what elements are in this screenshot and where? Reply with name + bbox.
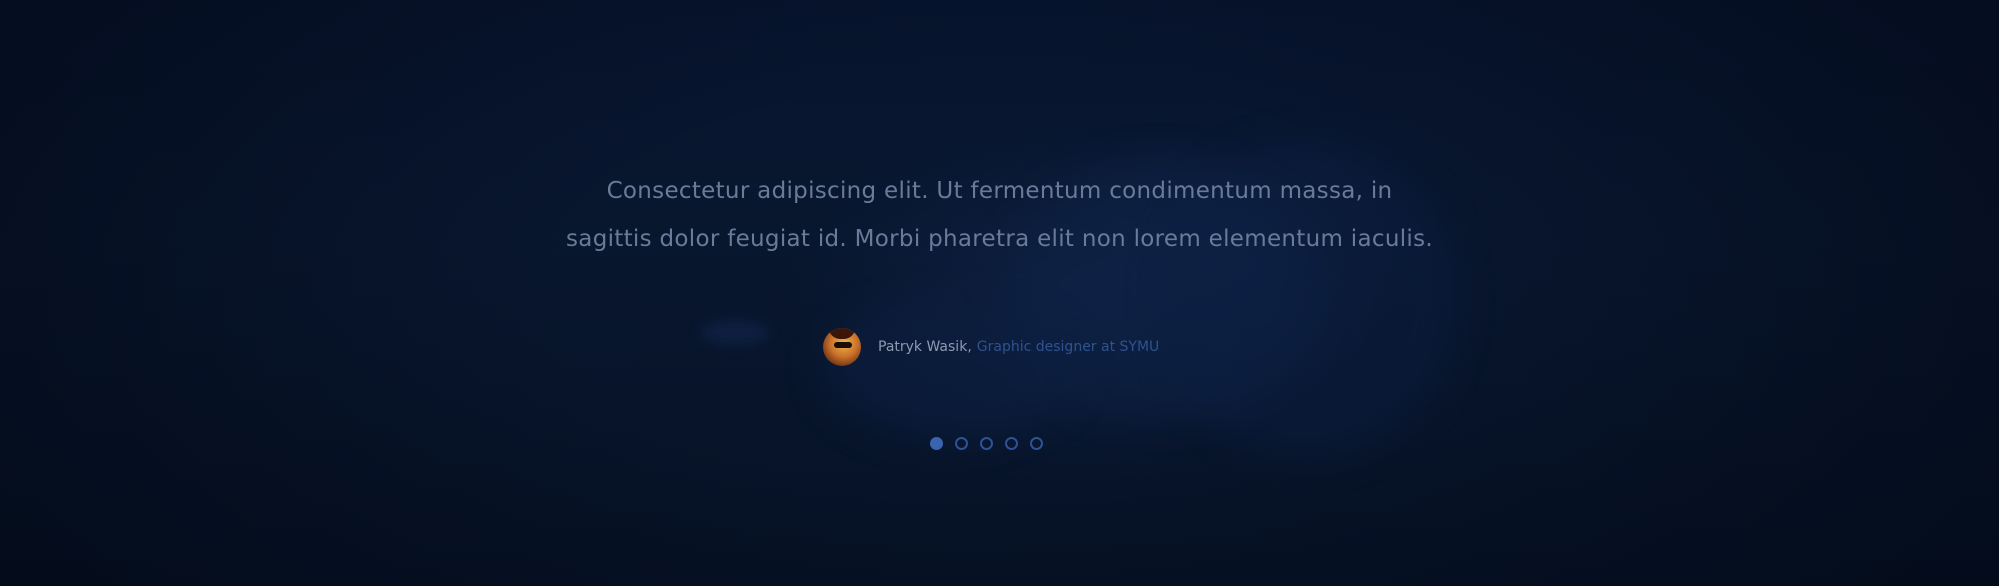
testimonial-quote-line-1: Consectetur adipiscing elit. Ut fermentu…	[606, 178, 1393, 204]
background-overlay	[0, 0, 1999, 586]
pagination-dot-4[interactable]	[1005, 437, 1018, 450]
pagination-dot-3[interactable]	[980, 437, 993, 450]
author-separator: ,	[967, 339, 972, 355]
avatar-hair	[829, 328, 855, 339]
testimonial-quote-line-2: sagittis dolor feugiat id. Morbi pharetr…	[566, 226, 1433, 252]
pagination-dot-2[interactable]	[955, 437, 968, 450]
testimonial-section: Consectetur adipiscing elit. Ut fermentu…	[0, 0, 1999, 586]
testimonial-author: Patryk Wasik, Graphic designer at SYMU	[823, 327, 1159, 367]
pagination-dot-1[interactable]	[930, 437, 943, 450]
avatar-sunglasses	[834, 342, 852, 348]
slider-pagination	[930, 437, 1043, 450]
author-avatar	[823, 328, 861, 366]
author-name: Patryk Wasik	[878, 339, 968, 355]
author-role: Graphic designer at SYMU	[976, 339, 1160, 355]
pagination-dot-5[interactable]	[1030, 437, 1043, 450]
